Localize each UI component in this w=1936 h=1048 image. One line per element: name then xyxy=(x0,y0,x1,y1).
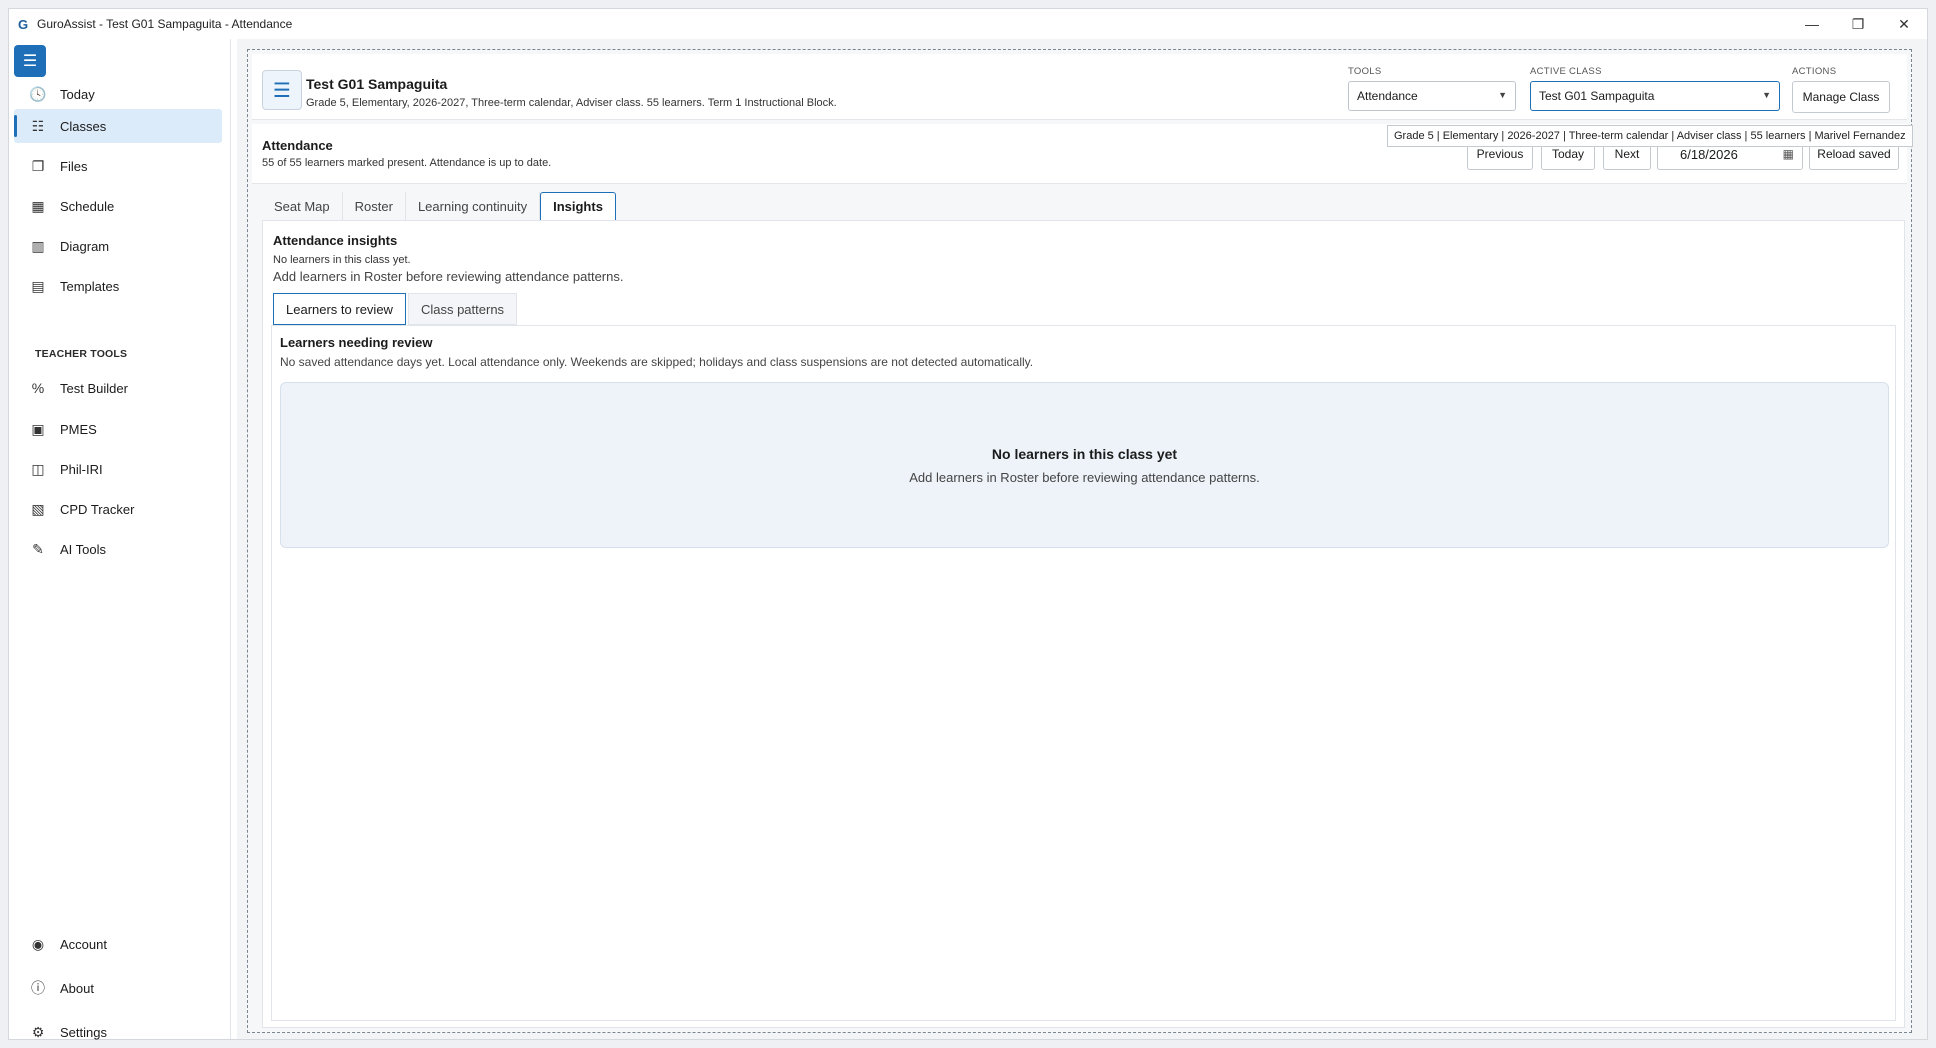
window-title: GuroAssist - Test G01 Sampaguita - Atten… xyxy=(37,17,293,31)
sidebar-item-label: Test Builder xyxy=(60,380,128,396)
insights-subtabs: Learners to review Class patterns xyxy=(273,293,519,325)
account-icon: ◉ xyxy=(31,935,45,952)
gear-icon: ⚙ xyxy=(31,1023,45,1040)
sidebar-item-label: Classes xyxy=(60,118,107,134)
date-input-value: 6/18/2026 xyxy=(1680,146,1738,162)
active-class-select[interactable]: Test G01 Sampaguita ▼ xyxy=(1530,81,1780,111)
app-logo-icon: G xyxy=(17,16,29,32)
panel-subtitle: No saved attendance days yet. Local atte… xyxy=(280,355,1034,369)
attendance-title: Attendance xyxy=(262,138,333,153)
clock-icon: 🕓 xyxy=(29,85,47,102)
tab-class-patterns[interactable]: Class patterns xyxy=(407,293,518,325)
empty-state-title: No learners in this class yet xyxy=(991,446,1178,462)
tab-learning-continuity[interactable]: Learning continuity xyxy=(406,192,541,220)
sidebar-item-test-builder[interactable]: % Test Builder xyxy=(14,371,222,405)
class-title: Test G01 Sampaguita xyxy=(306,76,448,92)
app-window: G GuroAssist - Test G01 Sampaguita - Att… xyxy=(8,8,1928,1040)
sidebar: ☰ 🕓 Today ☷ Classes ❐ Files ▦ Schedule ▥… xyxy=(9,39,231,1040)
sidebar-item-files[interactable]: ❐ Files xyxy=(14,149,222,183)
restore-button[interactable]: ❐ xyxy=(1835,9,1881,39)
magic-wand-icon: ✎ xyxy=(32,540,44,557)
sidebar-item-cpd-tracker[interactable]: ▧ CPD Tracker xyxy=(14,492,222,526)
sidebar-item-label: AI Tools xyxy=(60,541,107,557)
chevron-down-icon: ▼ xyxy=(1762,90,1771,100)
tools-select-value: Attendance xyxy=(1357,89,1418,103)
sidebar-item-label: Files xyxy=(60,158,88,174)
sidebar-item-label: Schedule xyxy=(60,198,115,214)
sidebar-item-ai-tools[interactable]: ✎ AI Tools xyxy=(14,532,222,566)
insights-title: Attendance insights xyxy=(273,233,398,248)
calendar-icon[interactable]: ▦ xyxy=(1783,147,1794,161)
active-class-label: ACTIVE CLASS xyxy=(1530,66,1602,77)
info-icon: ⓘ xyxy=(31,980,45,996)
attendance-summary: 55 of 55 learners marked present. Attend… xyxy=(262,157,552,169)
sidebar-item-settings[interactable]: ⚙ Settings xyxy=(14,1015,222,1048)
attendance-tabs: Seat Map Roster Learning continuity Insi… xyxy=(262,192,616,220)
files-icon: ❐ xyxy=(31,157,45,174)
sidebar-item-today[interactable]: 🕓 Today xyxy=(14,77,222,111)
tab-seat-map[interactable]: Seat Map xyxy=(262,192,343,220)
sidebar-item-pmes[interactable]: ▣ PMES xyxy=(14,412,222,446)
percent-icon: % xyxy=(31,380,45,396)
sidebar-item-label: Today xyxy=(60,86,95,102)
chevron-down-icon: ▼ xyxy=(1498,90,1507,100)
section-label-teacher-tools: TEACHER TOOLS xyxy=(35,348,128,360)
insights-status: No learners in this class yet. xyxy=(273,254,411,266)
window-controls: — ❐ ✕ xyxy=(1789,9,1927,39)
sidebar-item-label: PMES xyxy=(60,421,97,437)
diagram-icon: ▥ xyxy=(31,237,45,254)
class-info-tooltip: Grade 5 | Elementary | 2026-2027 | Three… xyxy=(1387,125,1913,147)
class-header: ☰ Test G01 Sampaguita Grade 5, Elementar… xyxy=(252,54,1907,120)
book-icon: ◫ xyxy=(31,460,45,477)
empty-state: No learners in this class yet Add learne… xyxy=(280,382,1889,548)
sidebar-item-schedule[interactable]: ▦ Schedule xyxy=(14,189,222,223)
templates-icon: ▤ xyxy=(31,277,45,294)
panel-title: Learners needing review xyxy=(280,335,433,350)
table-icon: ▣ xyxy=(31,420,45,437)
close-button[interactable]: ✕ xyxy=(1881,9,1927,39)
main-area: ☰ Test G01 Sampaguita Grade 5, Elementar… xyxy=(237,39,1927,1039)
calendar-icon: ▦ xyxy=(31,197,45,214)
tab-learners-to-review[interactable]: Learners to review xyxy=(273,293,406,325)
learners-review-panel: Learners needing review No saved attenda… xyxy=(271,325,1896,1021)
sidebar-item-label: About xyxy=(60,980,94,996)
title-bar: G GuroAssist - Test G01 Sampaguita - Att… xyxy=(9,9,1927,39)
active-class-select-value: Test G01 Sampaguita xyxy=(1539,89,1655,103)
empty-state-message: Add learners in Roster before reviewing … xyxy=(909,470,1260,485)
manage-class-button[interactable]: Manage Class xyxy=(1792,81,1890,113)
actions-label: ACTIONS xyxy=(1792,66,1837,77)
content-frame: ☰ Test G01 Sampaguita Grade 5, Elementar… xyxy=(247,49,1912,1033)
insights-panel: Attendance insights No learners in this … xyxy=(262,220,1905,1028)
sidebar-item-phil-iri[interactable]: ◫ Phil-IRI xyxy=(14,452,222,486)
sidebar-item-label: Settings xyxy=(60,1024,107,1040)
class-list-icon: ☰ xyxy=(262,70,302,110)
sidebar-item-label: Templates xyxy=(60,278,120,294)
tab-insights[interactable]: Insights xyxy=(540,192,616,220)
insights-hint: Add learners in Roster before reviewing … xyxy=(273,269,624,284)
list-icon: ☷ xyxy=(31,117,45,134)
sidebar-item-label: Phil-IRI xyxy=(60,461,103,477)
class-subtitle: Grade 5, Elementary, 2026-2027, Three-te… xyxy=(306,97,837,109)
tab-roster[interactable]: Roster xyxy=(343,192,406,220)
sidebar-item-label: Diagram xyxy=(60,238,110,254)
sidebar-item-label: Account xyxy=(60,936,107,952)
tools-label: TOOLS xyxy=(1348,66,1382,77)
tools-select[interactable]: Attendance ▼ xyxy=(1348,81,1516,111)
hamburger-menu-icon[interactable]: ☰ xyxy=(14,45,46,77)
sidebar-item-diagram[interactable]: ▥ Diagram xyxy=(14,229,222,263)
sidebar-item-about[interactable]: ⓘ About xyxy=(14,971,222,1005)
sidebar-item-label: CPD Tracker xyxy=(60,501,135,517)
sidebar-item-classes[interactable]: ☷ Classes xyxy=(14,109,222,143)
sidebar-item-templates[interactable]: ▤ Templates xyxy=(14,269,222,303)
sidebar-item-account[interactable]: ◉ Account xyxy=(14,927,222,961)
tracker-icon: ▧ xyxy=(31,500,45,517)
minimize-button[interactable]: — xyxy=(1789,9,1835,39)
